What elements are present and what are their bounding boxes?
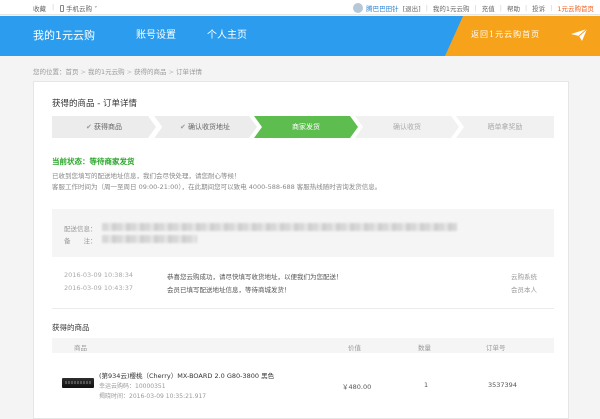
goods-section-title: 获得的商品 bbox=[52, 323, 90, 332]
username-link[interactable]: 腾巴巴田针 bbox=[366, 3, 399, 13]
log-message: 会员已填写配送地址信息，等待商城发货！ bbox=[167, 286, 291, 294]
divider bbox=[52, 308, 554, 309]
order-number: 3537394 bbox=[488, 381, 517, 389]
order-detail-panel: 获得的商品 - 订单详情 ✔ 获得商品 ✔ 确认收货地址 商家发货 确认收货 晒… bbox=[33, 81, 569, 419]
status-heading: 当前状态：等待商家发货 bbox=[52, 157, 135, 166]
col-qty: 数量 bbox=[418, 344, 431, 352]
nav-my-account[interactable]: 我的1元云购 bbox=[33, 16, 95, 56]
recharge-link[interactable]: 充值 bbox=[482, 3, 495, 13]
col-price: 价值 bbox=[348, 344, 361, 352]
return-home-text: 返回1元云购首页 bbox=[471, 30, 541, 39]
favorite-link[interactable]: 收藏 bbox=[33, 3, 46, 13]
step-shipping-active: 商家发货 bbox=[254, 116, 358, 138]
remark-blurred bbox=[102, 235, 197, 243]
step-share-reward: 晒单拿奖励 bbox=[456, 116, 554, 138]
divider: | bbox=[52, 3, 55, 11]
remark-label: 备 注： bbox=[64, 237, 97, 245]
my-account-link[interactable]: 我的1元云购 bbox=[433, 3, 470, 13]
complaint-link[interactable]: 投诉 bbox=[532, 3, 545, 13]
goods-table-header: 商品 价值 数量 订单号 bbox=[52, 338, 554, 353]
breadcrumb-my-account[interactable]: 我的1元云购 bbox=[88, 68, 125, 76]
top-bar: 收藏 | 手机云购 ˅ 腾巴巴田针 [退出] | 我的1元云购 | 充值 | 帮… bbox=[0, 0, 600, 15]
col-order: 订单号 bbox=[486, 344, 506, 352]
mobile-link[interactable]: 手机云购 ˅ bbox=[60, 3, 97, 13]
product-qty: 1 bbox=[424, 381, 429, 389]
order-progress: ✔ 获得商品 ✔ 确认收货地址 商家发货 确认收货 晒单拿奖励 bbox=[52, 116, 554, 138]
breadcrumb-home[interactable]: 您的位置：首页 bbox=[33, 68, 79, 76]
log-time: 2016-03-09 10:43:37 bbox=[64, 284, 134, 292]
table-row: (第934云)樱桃（Cherry）MX-BOARD 2.0 G80-3800 黑… bbox=[52, 353, 554, 408]
lucky-code: 幸运云购码：10000351 bbox=[99, 383, 166, 390]
logout-link[interactable]: [退出] bbox=[403, 3, 421, 13]
log-message: 恭喜您云购成功，请尽快填写收货地址，以便我们为您配送！ bbox=[167, 273, 343, 281]
order-status: 当前状态：等待商家发货 已收到您填写的配送地址信息，我们会尽快处理，请您耐心等候… bbox=[52, 156, 554, 193]
user-links: 腾巴巴田针 [退出] | 我的1元云购 | 充值 | 帮助 | 投诉 | 1元云… bbox=[353, 0, 594, 15]
nav-profile[interactable]: 个人主页 bbox=[207, 16, 247, 56]
check-icon: ✔ bbox=[179, 123, 189, 131]
page-title: 获得的商品 - 订单详情 bbox=[52, 99, 137, 109]
breadcrumb: 您的位置：首页 > 我的1元云购 > 获得的商品 > 订单详情 bbox=[33, 68, 202, 76]
nav-account-settings[interactable]: 账号设置 bbox=[136, 16, 176, 56]
check-icon: ✔ bbox=[85, 123, 95, 131]
paper-plane-icon bbox=[571, 28, 588, 41]
step-confirm-address: ✔ 确认收货地址 bbox=[153, 116, 257, 138]
shipping-address-box: 配送信息： 备 注： bbox=[52, 209, 554, 257]
log-operator: 云购系统 bbox=[511, 273, 537, 281]
return-home-banner[interactable]: 返回1元云购首页 bbox=[445, 16, 600, 56]
log-time: 2016-03-09 10:38:34 bbox=[64, 271, 134, 279]
help-link[interactable]: 帮助 bbox=[507, 3, 520, 13]
log-operator: 会员本人 bbox=[511, 286, 537, 294]
step-confirm-receipt: 确认收货 bbox=[355, 116, 459, 138]
breadcrumb-won-goods[interactable]: 获得的商品 bbox=[134, 68, 167, 76]
product-image[interactable] bbox=[62, 378, 94, 388]
reveal-time: 揭晓时间：2016-03-09 10:35:21.917 bbox=[99, 393, 207, 400]
breadcrumb-order-detail: 订单详情 bbox=[176, 68, 202, 76]
avatar[interactable] bbox=[353, 2, 364, 13]
step-won-goods: ✔ 获得商品 bbox=[52, 116, 156, 138]
product-name[interactable]: (第934云)樱桃（Cherry）MX-BOARD 2.0 G80-3800 黑… bbox=[99, 370, 274, 380]
homepage-link[interactable]: 1元云购首页 bbox=[557, 3, 594, 13]
header: 我的1元云购 账号设置 个人主页 返回1元云购首页 bbox=[0, 16, 600, 56]
phone-icon bbox=[60, 5, 64, 12]
address-blurred bbox=[102, 223, 457, 231]
address-label: 配送信息： bbox=[64, 225, 97, 233]
product-price: ￥480.00 bbox=[342, 383, 372, 391]
col-product: 商品 bbox=[74, 344, 87, 352]
status-message: 已收到您填写的配送地址信息，我们会尽快处理，请您耐心等候！ 客服工作时间为（周一… bbox=[52, 172, 382, 191]
